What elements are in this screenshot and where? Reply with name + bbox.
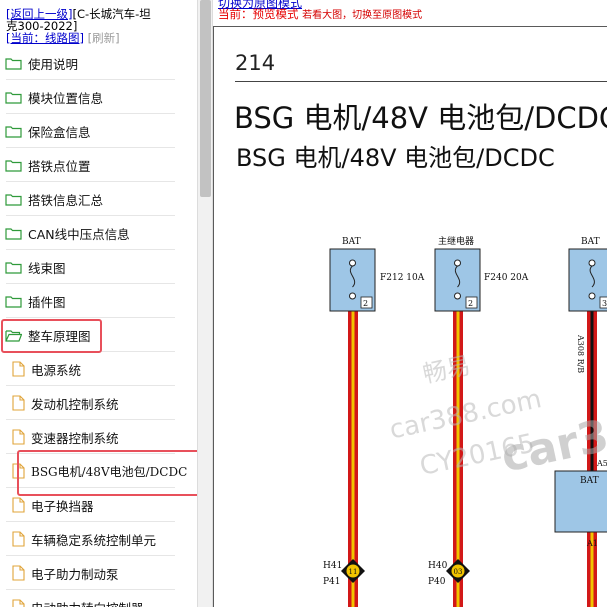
connector-1-bottom: P41: [323, 577, 341, 587]
folder-icon: [5, 295, 22, 308]
tree-item-label: 电子换挡器: [31, 498, 94, 514]
document-icon: [12, 565, 25, 581]
tree-folder-manual[interactable]: 使用说明: [0, 46, 197, 80]
tree-doc-stability-control[interactable]: 车辆稳定系统控制单元: [0, 522, 197, 556]
fuse-3-source: BAT: [581, 237, 600, 247]
tree-item-label: 保险盒信息: [28, 124, 91, 140]
tree-item-label: 搭铁信息汇总: [28, 192, 104, 208]
battery-module-label: BAT: [580, 476, 599, 486]
viewer-panel: 切换为原图模式 当前：预览模式 若看大图，切换至原图模式 214 BSG 电机/…: [213, 0, 607, 607]
tree-folder-ground-location[interactable]: 搭铁点位置: [0, 148, 197, 182]
folder-icon: [5, 227, 22, 240]
preview-mode-hint: 若看大图，切换至原图模式: [302, 10, 423, 21]
tree-folder-ground-summary[interactable]: 搭铁信息汇总: [0, 182, 197, 216]
pin-label-a5: A5: [596, 459, 607, 468]
document-icon: [12, 531, 25, 547]
document-icon: [12, 361, 25, 377]
document-icon: [12, 497, 25, 513]
document-icon: [12, 599, 25, 607]
folder-icon: [5, 91, 22, 104]
folder-icon: [5, 57, 22, 70]
folder-icon: [5, 159, 22, 172]
wire-3: [587, 311, 597, 471]
tree-doc-power-steering[interactable]: 电动助力转向控制器: [0, 590, 197, 607]
nav-header: [返回上一级][C-长城汽车-坦 克300-2022] [当前：线路图] [刷新…: [6, 8, 196, 44]
tree-doc-brake-booster[interactable]: 电子助力制动泵: [0, 556, 197, 590]
highlight-box-schematic-folder: [1, 319, 102, 353]
navigation-panel: [返回上一级][C-长城汽车-坦 克300-2022] [当前：线路图] [刷新…: [0, 0, 197, 607]
tree-item-label: 电源系统: [31, 362, 82, 378]
preview-mode-label: 当前：预览模式: [218, 7, 299, 21]
connector-2-bottom: P40: [428, 577, 446, 587]
highlight-box-bsg-document: [17, 450, 197, 496]
preview-mode-line: 当前：预览模式 若看大图，切换至原图模式: [218, 6, 422, 22]
connector-2-id: 03: [454, 568, 463, 576]
tree-item-label: 模块位置信息: [28, 90, 104, 106]
connector-1-id: 11: [349, 568, 358, 576]
tree-folder-fuse-box[interactable]: 保险盒信息: [0, 114, 197, 148]
nav-scrollbar[interactable]: [197, 0, 213, 607]
tree-item-label: 变速器控制系统: [31, 430, 119, 446]
scrollbar-thumb[interactable]: [200, 0, 211, 197]
schematic-page: 214 BSG 电机/48V 电池包/DCDC BSG 电机/48V 电池包/D…: [213, 26, 607, 607]
tree-item-label: 线束图: [28, 260, 66, 276]
fuse-1: [329, 248, 376, 312]
tree-item-label: 使用说明: [28, 56, 79, 72]
tree-folder-module-location[interactable]: 模块位置信息: [0, 80, 197, 114]
tree-doc-engine-control[interactable]: 发动机控制系统: [0, 386, 197, 420]
battery-module-pin: A1: [586, 539, 598, 548]
tree-item-label: 车辆稳定系统控制单元: [31, 532, 157, 548]
document-icon: [12, 429, 25, 445]
tree-item-label: 发动机控制系统: [31, 396, 119, 412]
tree-folder-harness[interactable]: 线束图: [0, 250, 197, 284]
fuse-3-pin: 3: [602, 299, 607, 308]
tree-doc-power-system[interactable]: 电源系统: [0, 352, 197, 386]
tree-item-label: 电子助力制动泵: [31, 566, 119, 582]
wiring-diagram: BAT 2 F212 10A 主继电器 2 F240 20A BAT 3 A30…: [323, 235, 607, 607]
tree-item-label: CAN线中压点信息: [28, 226, 130, 242]
folder-icon: [5, 125, 22, 138]
tree-doc-transmission-control[interactable]: 变速器控制系统: [0, 420, 197, 454]
document-icon: [12, 395, 25, 411]
folder-icon: [5, 261, 22, 274]
fuse-2-pin: 2: [468, 299, 473, 308]
fuse-2-source: 主继电器: [438, 235, 474, 247]
refresh-link[interactable]: [刷新]: [88, 31, 120, 45]
connector-1-top: H41: [323, 561, 342, 571]
fuse-1-pin: 2: [363, 299, 368, 308]
connector-2-top: H40: [428, 561, 448, 571]
tree-item-label: 搭铁点位置: [28, 158, 91, 174]
wire-code-label: A308 R/B: [576, 334, 585, 373]
current-link[interactable]: [当前：线路图]: [6, 31, 84, 45]
folder-icon: [5, 193, 22, 206]
tree-folder-can-splice[interactable]: CAN线中压点信息: [0, 216, 197, 250]
tree-item-label: 电动助力转向控制器: [31, 598, 144, 607]
tree-item-label: 插件图: [28, 294, 66, 310]
viewer-header: 切换为原图模式 当前：预览模式 若看大图，切换至原图模式: [216, 0, 607, 24]
fuse-2: [434, 248, 481, 312]
breadcrumb-line-1: [C-长城汽车-坦: [72, 7, 151, 21]
tree-folder-connector[interactable]: 插件图: [0, 284, 197, 318]
fuse-1-name: F212 10A: [380, 273, 425, 283]
fuse-2-name: F240 20A: [484, 273, 529, 283]
fuse-1-source: BAT: [342, 237, 361, 247]
